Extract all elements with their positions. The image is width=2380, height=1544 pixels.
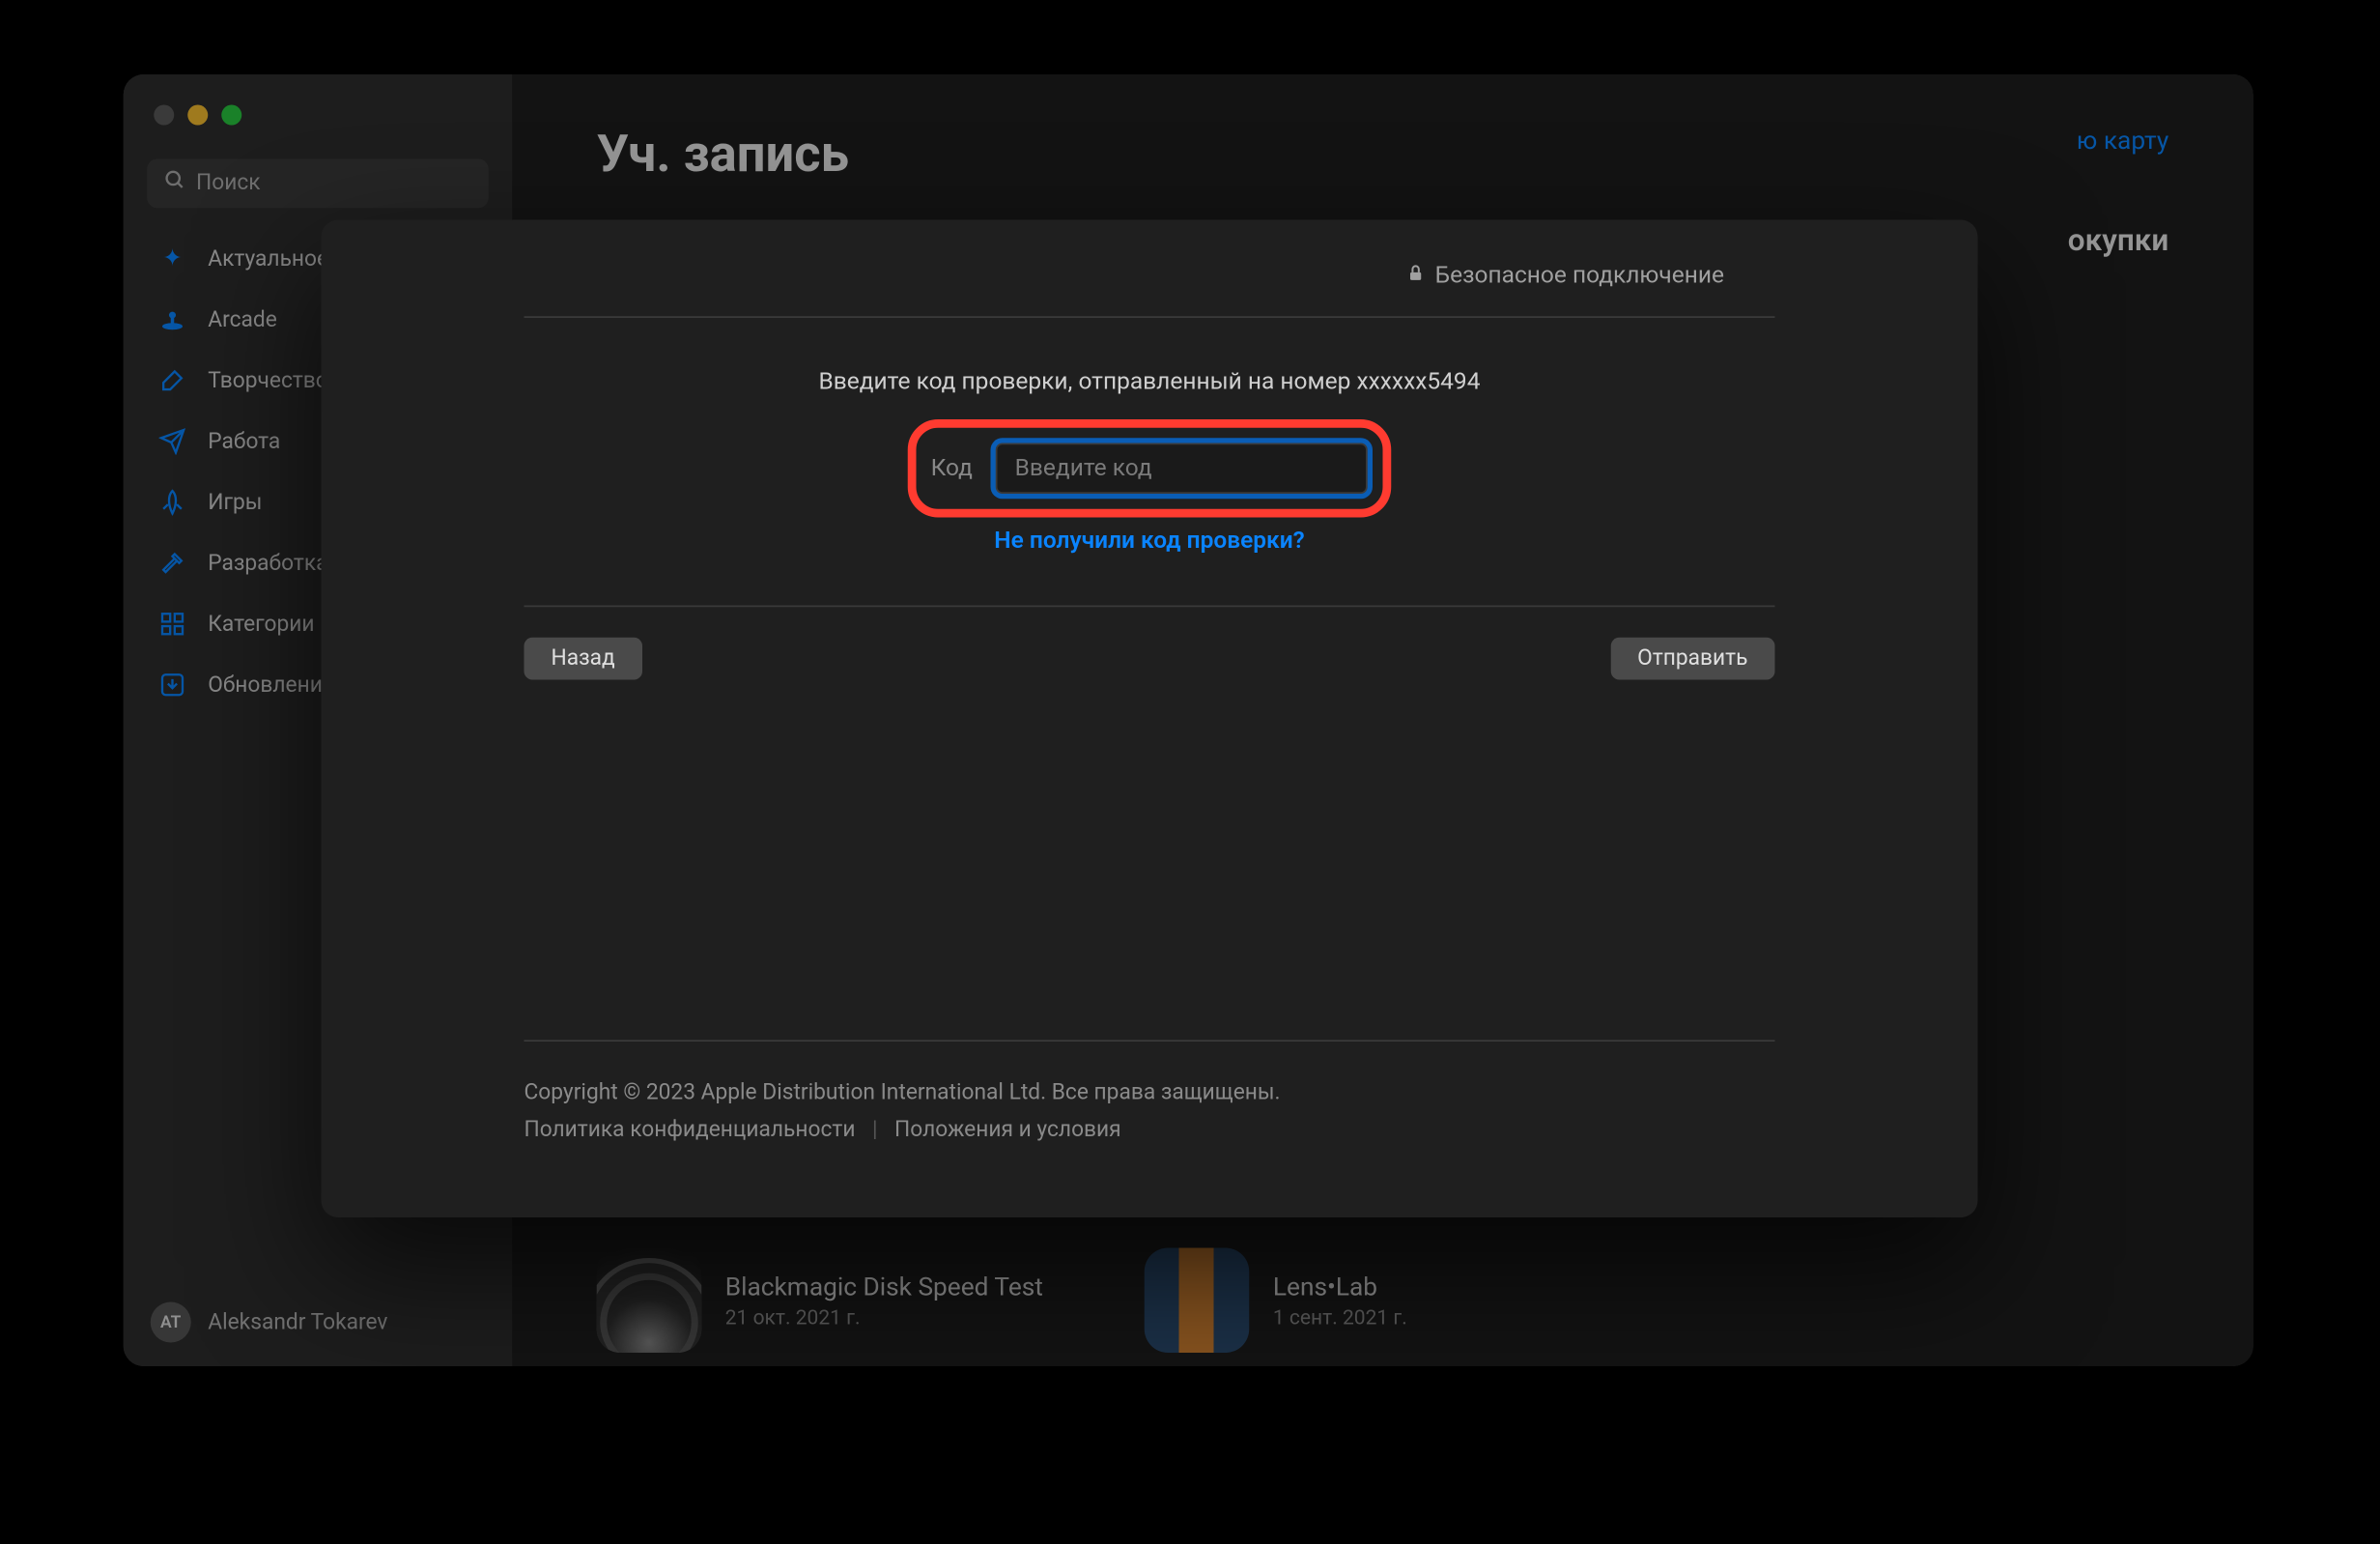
verification-modal: Безопасное подключение Введите код прове…: [322, 220, 1978, 1218]
search-input[interactable]: Поиск: [147, 159, 489, 209]
purchases-label: окупки: [2068, 223, 2168, 259]
privacy-link[interactable]: Политика конфиденциальности: [524, 1112, 856, 1150]
app-item[interactable]: Lens•Lab 1 сент. 2021 г.: [1145, 1248, 1407, 1354]
app-name: Lens•Lab: [1273, 1272, 1407, 1302]
code-label: Код: [931, 455, 973, 482]
sidebar-item-label: Актуальное: [208, 246, 328, 272]
hammer-icon: [157, 548, 188, 579]
plane-icon: [157, 426, 188, 457]
lock-icon: [1406, 262, 1425, 289]
sidebar-item-label: Arcade: [208, 307, 277, 332]
secure-connection-label: Безопасное подключение: [1406, 262, 1724, 289]
sidebar-item-label: Работа: [208, 429, 280, 454]
header-link-card[interactable]: ю карту: [2077, 126, 2168, 157]
copyright-text: Copyright © 2023 Apple Distribution Inte…: [524, 1075, 1775, 1113]
sidebar-item-label: Разработка: [208, 551, 327, 576]
resend-code-link[interactable]: Не получили код проверки?: [524, 528, 1775, 555]
sidebar-user[interactable]: AT Aleksandr Tokarev: [124, 1278, 513, 1366]
page-title: Уч. запись: [597, 126, 849, 185]
search-placeholder: Поиск: [196, 171, 261, 196]
grid-icon: [157, 609, 188, 640]
app-item[interactable]: Blackmagic Disk Speed Test 21 окт. 2021 …: [597, 1248, 1043, 1354]
close-window[interactable]: [154, 105, 174, 126]
rocket-icon: [157, 487, 188, 518]
brush-icon: [157, 365, 188, 396]
avatar: AT: [151, 1302, 191, 1343]
terms-link[interactable]: Положения и условия: [894, 1112, 1121, 1150]
app-icon: [597, 1248, 702, 1354]
star-icon: ✦: [157, 243, 188, 274]
app-date: 21 окт. 2021 г.: [725, 1305, 1043, 1330]
user-name: Aleksandr Tokarev: [208, 1309, 387, 1334]
sidebar-item-label: Обновления: [208, 672, 334, 698]
app-date: 1 сент. 2021 г.: [1273, 1305, 1407, 1330]
back-button[interactable]: Назад: [524, 638, 642, 680]
modal-footer: Copyright © 2023 Apple Distribution Inte…: [524, 1040, 1775, 1217]
download-icon: [157, 670, 188, 701]
search-icon: [164, 169, 186, 198]
minimize-window[interactable]: [187, 105, 208, 126]
maximize-window[interactable]: [221, 105, 241, 126]
verification-instruction: Введите код проверки, отправленный на но…: [524, 369, 1775, 396]
arcade-icon: [157, 304, 188, 335]
sidebar-item-label: Категории: [208, 612, 314, 637]
app-icon: [1145, 1248, 1250, 1354]
submit-button[interactable]: Отправить: [1610, 638, 1774, 680]
apps-row: Blackmagic Disk Speed Test 21 окт. 2021 …: [512, 1248, 2253, 1367]
app-name: Blackmagic Disk Speed Test: [725, 1272, 1043, 1302]
code-input[interactable]: [996, 443, 1368, 495]
sidebar-item-label: Игры: [208, 490, 262, 515]
traffic-lights: [154, 105, 241, 126]
sidebar-item-label: Творчество: [208, 368, 328, 393]
